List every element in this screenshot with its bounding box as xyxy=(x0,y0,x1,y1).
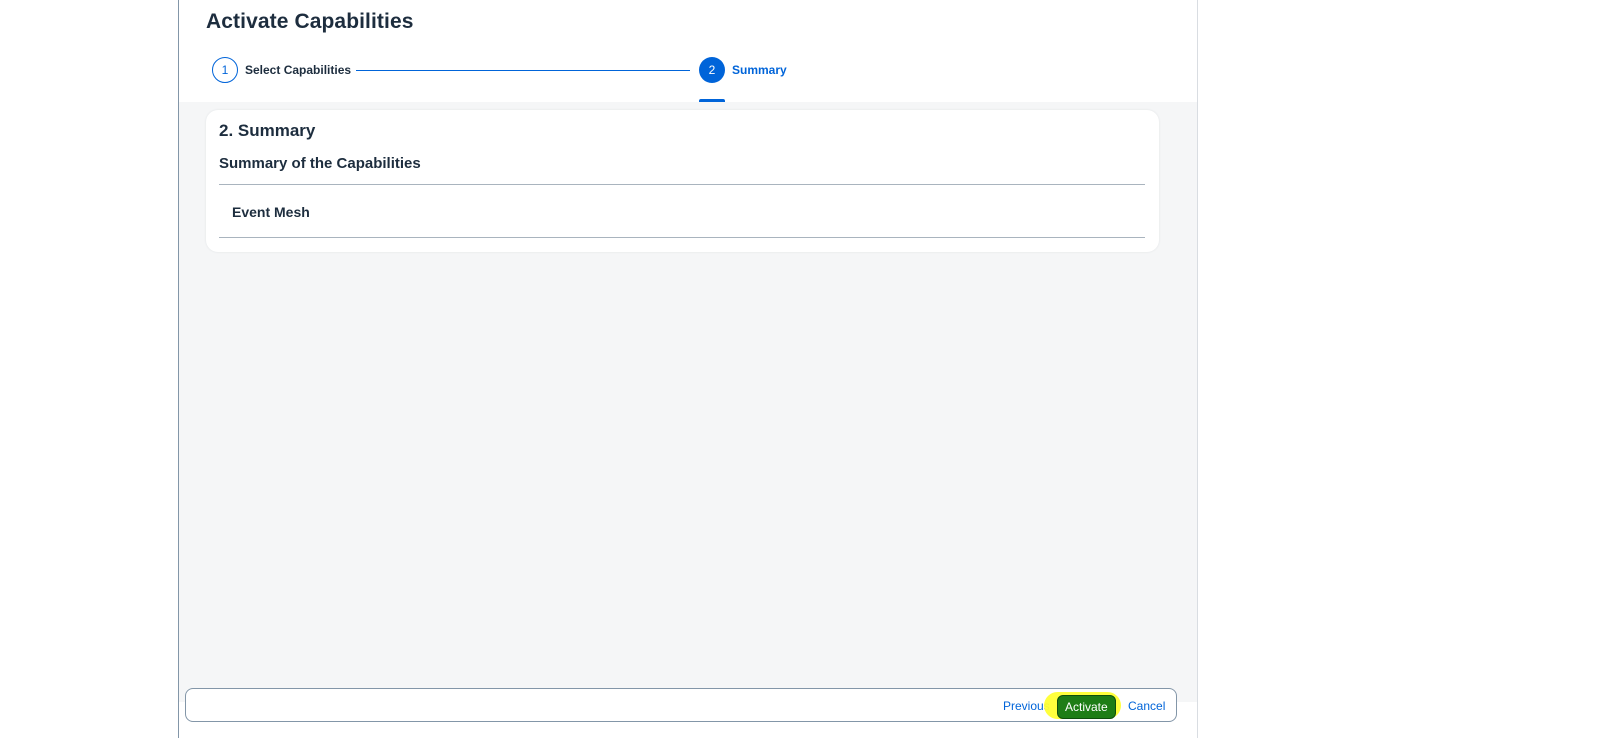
summary-card: 2. Summary Summary of the Capabilities E… xyxy=(206,110,1159,252)
step-connector-line xyxy=(356,70,690,71)
dialog-header: Activate Capabilities 1 Select Capabilit… xyxy=(179,0,1197,103)
cancel-button[interactable]: Cancel xyxy=(1126,695,1167,717)
dialog-footer: Previous Activate Cancel xyxy=(185,688,1177,722)
wizard-content: 2. Summary Summary of the Capabilities E… xyxy=(179,102,1197,702)
step-number-badge: 2 xyxy=(699,57,725,83)
divider xyxy=(219,184,1145,185)
divider xyxy=(219,237,1145,238)
wizard-step-summary[interactable]: 2 Summary xyxy=(699,56,787,84)
activate-capabilities-dialog: Activate Capabilities 1 Select Capabilit… xyxy=(178,0,1198,738)
wizard-step-select-capabilities[interactable]: 1 Select Capabilities xyxy=(212,56,351,84)
dialog-title: Activate Capabilities xyxy=(206,10,414,33)
summary-heading: 2. Summary xyxy=(219,121,316,140)
list-item: Event Mesh xyxy=(232,204,310,220)
step-label: Summary xyxy=(732,63,787,77)
summary-subheading: Summary of the Capabilities xyxy=(219,155,421,172)
step-label: Select Capabilities xyxy=(245,63,352,77)
step-number-badge: 1 xyxy=(212,57,238,83)
activate-button[interactable]: Activate xyxy=(1057,695,1116,719)
